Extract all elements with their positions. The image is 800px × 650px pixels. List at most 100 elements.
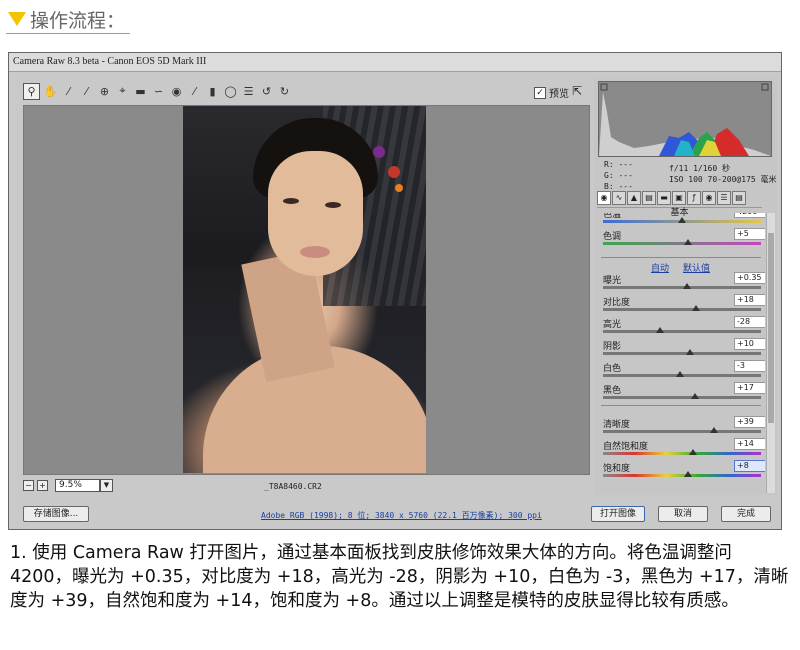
- histogram: [598, 81, 772, 157]
- slider-value-field[interactable]: -3: [734, 360, 765, 372]
- preview-checkbox[interactable]: ✓: [534, 86, 546, 99]
- slider-label: 色温: [603, 213, 622, 220]
- slider-label: 清晰度: [603, 420, 631, 430]
- slider-track[interactable]: [603, 452, 761, 455]
- section-divider: [601, 405, 761, 406]
- slider-thumb[interactable]: [709, 427, 718, 433]
- effects-tab-icon[interactable]: ƒ: [687, 191, 701, 205]
- slider-value-field[interactable]: 4200: [734, 213, 765, 218]
- slider-thumb[interactable]: [682, 283, 691, 289]
- slider-value-field[interactable]: +14: [734, 438, 765, 450]
- slider-label: 阴影: [603, 342, 622, 352]
- photo-eye-left: [283, 198, 299, 204]
- tone-curve-tab-icon[interactable]: ∿: [612, 191, 626, 205]
- zoom-in-button[interactable]: +: [37, 480, 48, 491]
- slider-track[interactable]: [603, 308, 761, 311]
- cancel-button[interactable]: 取消: [658, 506, 708, 522]
- slider-value-field[interactable]: +5: [734, 228, 765, 240]
- slider-label: 白色: [603, 364, 622, 374]
- slider-value-field[interactable]: -28: [734, 316, 765, 328]
- slider-label: 曝光: [603, 276, 622, 286]
- exif-info: f/11 1/160 秒 ISO 100 70-200@175 毫米: [669, 163, 777, 185]
- presets-tab-icon[interactable]: ☰: [717, 191, 731, 205]
- preferences-icon[interactable]: ☰: [241, 84, 256, 99]
- slider-label: 黑色: [603, 386, 622, 396]
- basic-tab-icon[interactable]: ◉: [597, 191, 611, 205]
- hsl-tab-icon[interactable]: ▤: [642, 191, 656, 205]
- camera-calibration-tab-icon[interactable]: ◉: [702, 191, 716, 205]
- slider-thumb[interactable]: [678, 217, 686, 223]
- slider-value-field[interactable]: +39: [734, 416, 765, 428]
- color-sampler-icon[interactable]: ⁄: [79, 84, 94, 99]
- slider-value-field[interactable]: +18: [734, 294, 765, 306]
- save-image-button[interactable]: 存储图像...: [23, 506, 89, 522]
- zoom-dropdown-icon[interactable]: ▼: [100, 479, 113, 492]
- zoom-icon[interactable]: ⚲: [23, 82, 40, 100]
- zoom-level-field[interactable]: 9.5%: [55, 479, 100, 492]
- slider-thumb[interactable]: [685, 349, 694, 355]
- slider-thumb[interactable]: [655, 327, 664, 333]
- graduated-filter-icon[interactable]: ▮: [205, 84, 220, 99]
- slider-thumb[interactable]: [684, 471, 693, 477]
- photo-eye-right: [325, 202, 341, 208]
- slider-track[interactable]: [603, 352, 761, 355]
- spot-removal-icon[interactable]: ∽: [151, 84, 166, 99]
- slider-track[interactable]: [603, 396, 761, 399]
- rotate-cw-icon[interactable]: ↻: [277, 84, 292, 99]
- panel-tabs: ◉ ∿ ▲ ▤ ▬ ▣ ƒ ◉ ☰ ▤: [597, 191, 772, 205]
- slider-label: 自然饱和度: [603, 442, 649, 452]
- target-adjust-icon[interactable]: ⊕: [97, 84, 112, 99]
- slider-track[interactable]: [603, 430, 761, 433]
- slider-row: 清晰度 +39: [599, 415, 765, 437]
- rotate-ccw-icon[interactable]: ↺: [259, 84, 274, 99]
- zoom-controls: − + 9.5% ▼: [23, 479, 113, 492]
- split-toning-tab-icon[interactable]: ▬: [657, 191, 671, 205]
- snapshots-tab-icon[interactable]: ▤: [732, 191, 746, 205]
- camera-raw-window: Camera Raw 8.3 beta - Canon EOS 5D Mark …: [8, 52, 782, 530]
- image-canvas[interactable]: [23, 105, 590, 475]
- panel-scrollbar-thumb[interactable]: [768, 233, 774, 423]
- slider-value-field[interactable]: +17: [734, 382, 765, 394]
- crop-icon[interactable]: ⌖: [115, 84, 130, 99]
- slider-thumb[interactable]: [689, 449, 698, 455]
- slider-track[interactable]: [603, 242, 761, 245]
- workflow-options-link[interactable]: Adobe RGB (1998); 8 位; 3840 x 5760 (22.1…: [261, 510, 542, 521]
- slider-row: 色调 +5: [599, 227, 765, 249]
- slider-track[interactable]: [603, 474, 761, 477]
- slider-thumb[interactable]: [692, 305, 701, 311]
- toolbar: ⚲ ✋ ⁄ ⁄ ⊕ ⌖ ▬ ∽ ◉ ⁄ ▮ ◯ ☰ ↺ ↻: [23, 81, 295, 101]
- red-readout: R: ---: [604, 160, 633, 169]
- detail-tab-icon[interactable]: ▲: [627, 191, 641, 205]
- hand-icon[interactable]: ✋: [43, 84, 58, 99]
- slider-thumb[interactable]: [690, 393, 699, 399]
- straighten-icon[interactable]: ▬: [133, 84, 148, 99]
- slider-value-field[interactable]: +0.35: [734, 272, 765, 284]
- slider-value-field[interactable]: +10: [734, 338, 765, 350]
- slider-row: 对比度 +18: [599, 293, 765, 315]
- done-button[interactable]: 完成: [721, 506, 771, 522]
- adjustment-brush-icon[interactable]: ⁄: [187, 84, 202, 99]
- zoom-out-button[interactable]: −: [23, 480, 34, 491]
- slider-thumb[interactable]: [676, 371, 685, 377]
- section-divider: [601, 257, 761, 258]
- radial-filter-icon[interactable]: ◯: [223, 84, 238, 99]
- slider-row: 饱和度 +8: [599, 459, 765, 481]
- red-eye-icon[interactable]: ◉: [169, 84, 184, 99]
- white-balance-icon[interactable]: ⁄: [61, 84, 76, 99]
- slider-row: 曝光 +0.35: [599, 271, 765, 293]
- preview-toggle[interactable]: ✓ 预览: [534, 85, 569, 100]
- window-titlebar: Camera Raw 8.3 beta - Canon EOS 5D Mark …: [9, 53, 781, 72]
- photo-flower: [373, 146, 385, 158]
- open-image-button[interactable]: 打开图像: [591, 506, 645, 522]
- lens-tab-icon[interactable]: ▣: [672, 191, 686, 205]
- fullscreen-icon[interactable]: ⇱: [572, 84, 582, 98]
- header-underline: [6, 33, 130, 34]
- slider-thumb[interactable]: [684, 239, 693, 245]
- slider-label: 饱和度: [603, 464, 631, 474]
- slider-track[interactable]: [603, 330, 761, 333]
- photo-preview: [183, 106, 426, 473]
- panel-scrollbar[interactable]: [766, 213, 775, 493]
- slider-row: 自然饱和度 +14: [599, 437, 765, 459]
- exposure-info: f/11 1/160 秒: [669, 164, 730, 173]
- slider-value-field[interactable]: +8: [734, 460, 765, 472]
